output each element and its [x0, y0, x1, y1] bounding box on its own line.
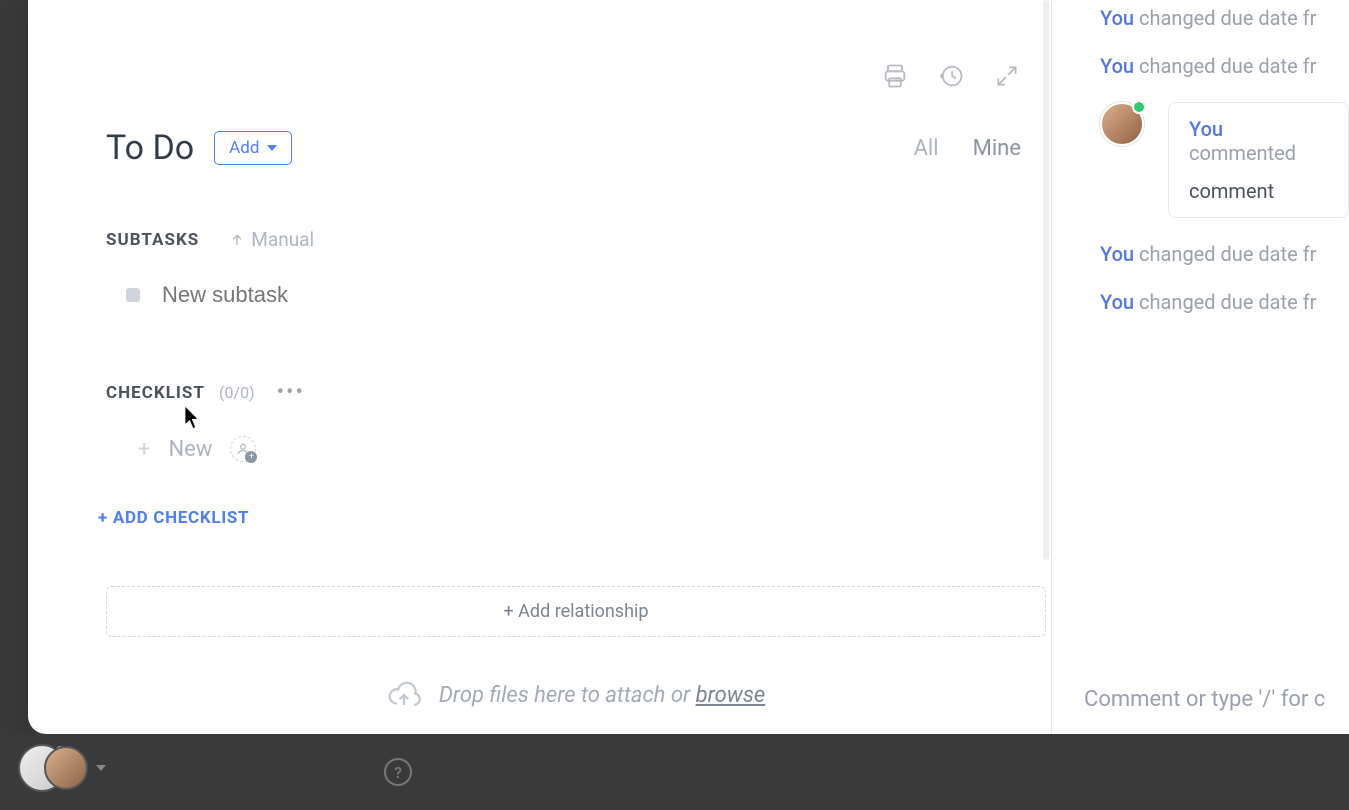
- filter-all[interactable]: All: [914, 136, 939, 161]
- comment-input[interactable]: Comment or type '/' for c: [1084, 687, 1349, 712]
- presence-indicator: [1132, 100, 1146, 114]
- activity-row: You changed due date fr: [1100, 54, 1349, 78]
- add-checklist-button[interactable]: + ADD CHECKLIST: [98, 508, 249, 528]
- checklist-header: CHECKLIST (0/0) •••: [106, 380, 305, 405]
- attachment-dropzone[interactable]: Drop files here to attach or browse: [106, 678, 1046, 712]
- browse-link[interactable]: browse: [696, 683, 766, 708]
- expand-icon[interactable]: [993, 62, 1021, 90]
- assignee-stack[interactable]: [18, 744, 106, 792]
- arrow-up-icon: [229, 232, 245, 248]
- activity-actor: You: [1100, 242, 1134, 266]
- activity-actor: You: [1100, 54, 1134, 78]
- checklist-more-icon[interactable]: •••: [277, 380, 305, 405]
- add-button[interactable]: Add: [214, 131, 292, 165]
- help-icon[interactable]: ?: [384, 758, 412, 786]
- cloud-upload-icon: [387, 678, 421, 712]
- filter-tabs: All Mine: [914, 136, 1021, 161]
- comment-header: You commented: [1189, 117, 1328, 165]
- activity-panel: You changed due date fr You changed due …: [1052, 0, 1349, 734]
- comment-actor: You: [1189, 117, 1223, 141]
- add-button-label: Add: [229, 138, 259, 158]
- activity-text: changed due date fr: [1139, 54, 1316, 78]
- activity-comment: You commented comment: [1100, 102, 1349, 218]
- checklist-item-input[interactable]: New: [168, 437, 212, 462]
- subtasks-label: SUBTASKS: [106, 230, 199, 250]
- filter-mine[interactable]: Mine: [973, 136, 1021, 161]
- subtasks-sort[interactable]: Manual: [229, 228, 314, 251]
- task-modal: To Do Add All Mine SUBTASKS Manual: [28, 0, 1349, 734]
- subtask-checkbox[interactable]: [126, 288, 140, 302]
- assign-plus-badge: +: [245, 451, 257, 463]
- add-relationship-button[interactable]: + Add relationship: [106, 586, 1046, 637]
- print-icon[interactable]: [881, 62, 909, 90]
- subtasks-header: SUBTASKS Manual: [106, 228, 314, 251]
- subtask-input[interactable]: [162, 282, 562, 308]
- activity-row: You changed due date fr: [1100, 290, 1349, 314]
- page-title: To Do: [106, 128, 194, 168]
- checklist-item-row: + New +: [138, 436, 256, 462]
- comment-body: comment: [1189, 179, 1328, 203]
- activity-row: You changed due date fr: [1100, 242, 1349, 266]
- assign-person-icon[interactable]: +: [230, 436, 256, 462]
- cursor-pointer-icon: [184, 406, 202, 434]
- activity-text: changed due date fr: [1139, 290, 1316, 314]
- plus-icon[interactable]: +: [138, 437, 150, 462]
- subtask-row: [126, 282, 562, 308]
- activity-text: changed due date fr: [1139, 6, 1316, 30]
- activity-list: You changed due date fr You changed due …: [1052, 6, 1349, 314]
- history-icon[interactable]: [937, 62, 965, 90]
- task-main-panel: To Do Add All Mine SUBTASKS Manual: [28, 0, 1052, 734]
- top-toolbar: [881, 62, 1021, 90]
- chevron-down-icon: [267, 145, 277, 151]
- checklist-count: (0/0): [219, 383, 255, 402]
- activity-actor: You: [1100, 290, 1134, 314]
- checklist-label: CHECKLIST: [106, 383, 205, 403]
- subtasks-sort-label: Manual: [251, 228, 314, 251]
- app-bottom-bar: ?: [0, 734, 1349, 810]
- avatar[interactable]: [1100, 102, 1144, 146]
- dropzone-text: Drop files here to attach or browse: [439, 683, 765, 708]
- activity-text: changed due date fr: [1139, 242, 1316, 266]
- main-scrollbar[interactable]: [1043, 0, 1049, 560]
- avatar-2: [44, 746, 88, 790]
- comment-bubble[interactable]: You commented comment: [1168, 102, 1349, 218]
- dropzone-text-prefix: Drop files here to attach or: [439, 683, 696, 708]
- activity-row: You changed due date fr: [1100, 6, 1349, 30]
- comment-action: commented: [1189, 141, 1296, 165]
- activity-actor: You: [1100, 6, 1134, 30]
- title-row: To Do Add All Mine: [106, 128, 1021, 168]
- chevron-down-icon: [96, 765, 106, 771]
